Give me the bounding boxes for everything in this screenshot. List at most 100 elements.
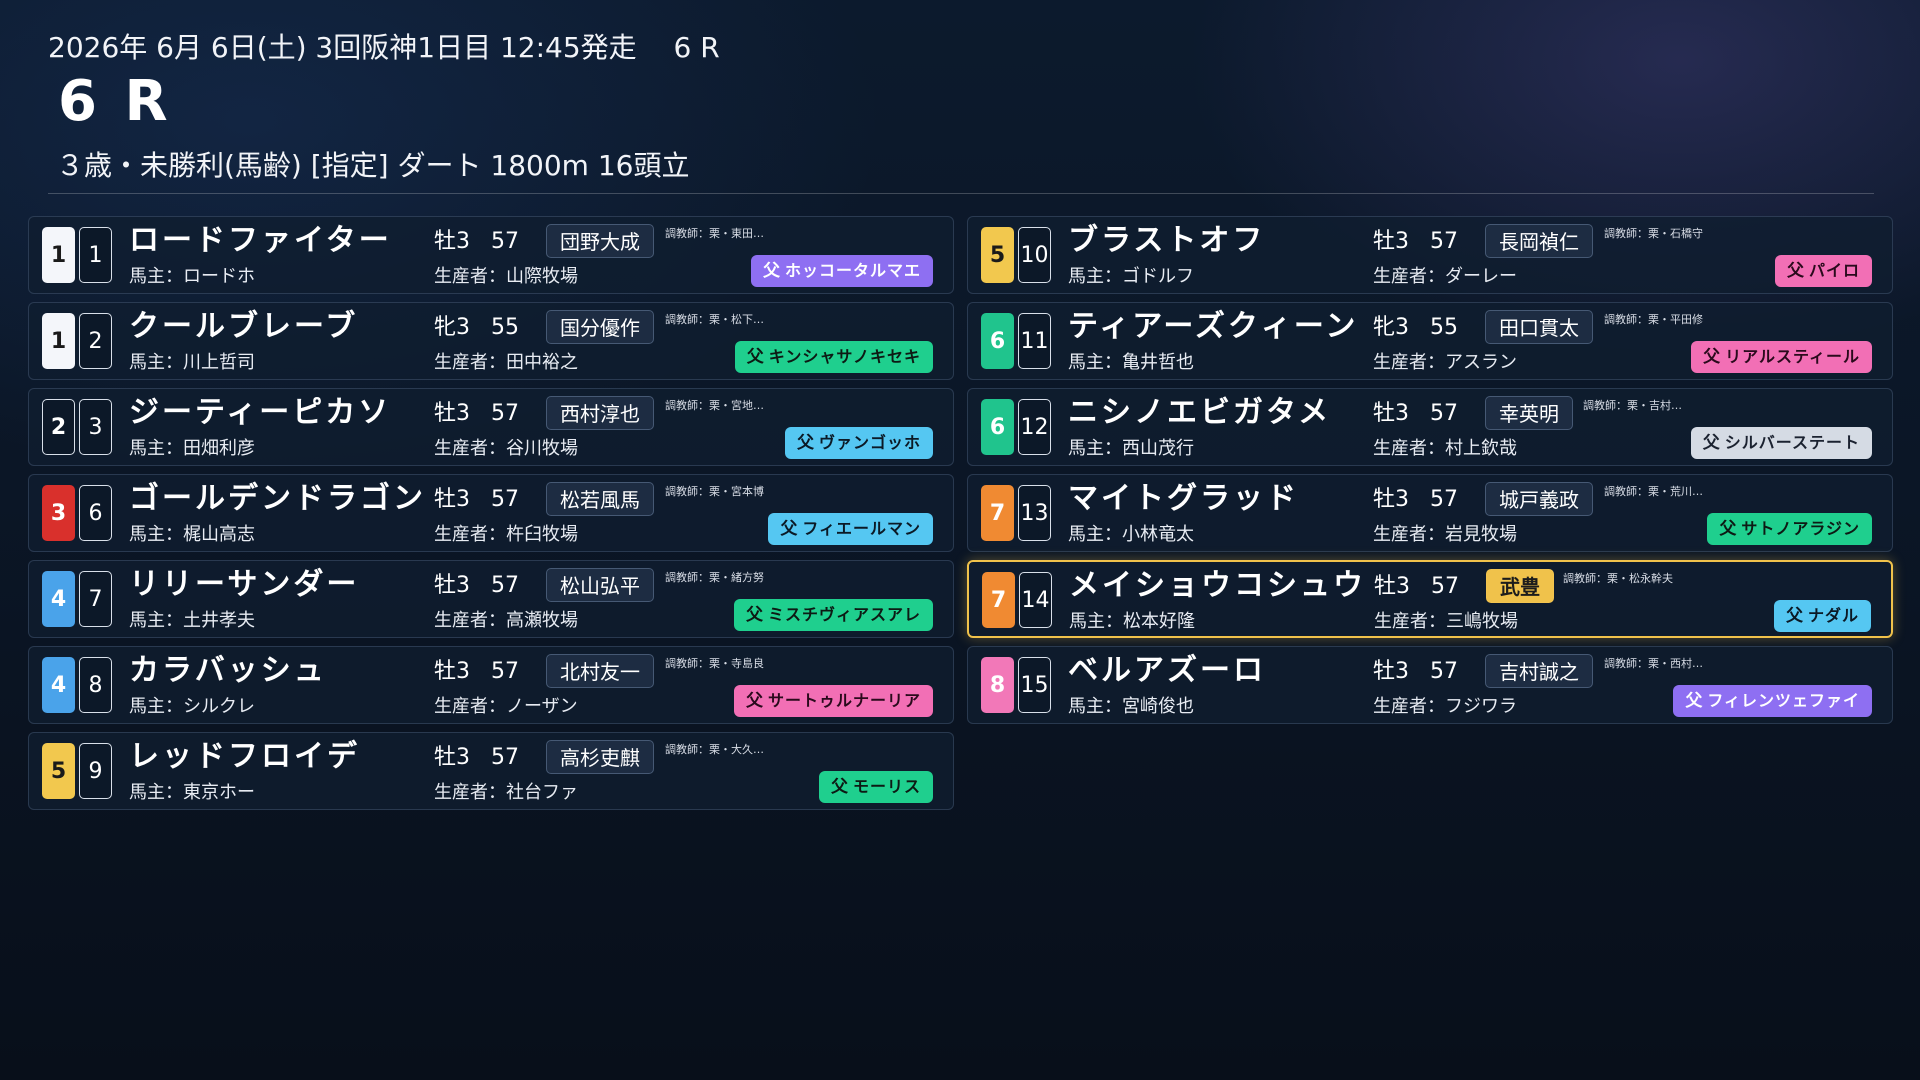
breeder-label: 生産者：高瀬牧場 [434, 610, 578, 631]
sex-age: 牡3 [434, 659, 470, 684]
sire-name: ホッコータルマエ [784, 261, 921, 280]
sire-name: フィエールマン [802, 519, 921, 538]
horse-number-badge: 8 [79, 657, 112, 713]
horse-number-badge: 10 [1018, 227, 1051, 283]
sex-age: 牡3 [434, 573, 470, 598]
entry-card[interactable]: 6 12 ニシノエビガタメ 馬主：西山茂行 牡3 57 生産者：村上欽哉 幸英明 調教師：栗・吉… [967, 388, 1893, 466]
owner-label: 馬主：土井孝夫 [129, 610, 255, 631]
owner-label: 馬主：西山茂行 [1068, 438, 1194, 459]
frame-number-badge: 4 [42, 571, 75, 627]
frame-number-badge: 1 [42, 313, 75, 369]
entry-card[interactable]: 4 7 リリーサンダー 馬主：土井孝夫 牡3 57 生産者：高瀬牧場 松山弘平 調教師：栗・緒方… [28, 560, 954, 638]
sire-name: リアルスティール [1725, 347, 1860, 366]
carried-weight: 57 [1430, 401, 1458, 426]
trainer-label: 調教師：栗・西村… [1604, 657, 1703, 670]
jockey-badge: 松若風馬 [546, 482, 654, 516]
trainer-label: 調教師：栗・石橋守 [1604, 227, 1703, 240]
sire-prefix: 父 [745, 605, 764, 625]
entry-card[interactable]: 7 13 マイトグラッド 馬主：小林竜太 牡3 57 生産者：岩見牧場 城戸義政 調教師：栗・荒… [967, 474, 1893, 552]
trainer-label: 調教師：栗・松永幹夫 [1563, 572, 1673, 585]
entry-card[interactable]: 3 6 ゴールデンドラゴン 馬主：梶山高志 牡3 57 生産者：杵臼牧場 松若風馬 調教師：栗・… [28, 474, 954, 552]
horse-number-badge: 15 [1018, 657, 1051, 713]
breeder-label: 生産者：田中裕之 [434, 352, 578, 373]
horse-number-badge: 6 [79, 485, 112, 541]
horse-name: マイトグラッド [1068, 481, 1299, 516]
frame-number-badge: 3 [42, 485, 75, 541]
breeder-label: 生産者：谷川牧場 [434, 438, 578, 459]
sire-tag: 父モーリス [818, 771, 933, 803]
owner-label: 馬主：川上哲司 [129, 352, 255, 373]
carried-weight: 57 [491, 659, 519, 684]
sire-tag: 父リアルスティール [1691, 341, 1872, 373]
frame-number-badge: 5 [981, 227, 1014, 283]
entry-card[interactable]: 7 14 メイショウコシュウ 馬主：松本好隆 牡3 57 生産者：三嶋牧場 武豊 調教師：栗・松… [967, 560, 1893, 638]
frame-number-badge: 6 [981, 399, 1014, 455]
jockey-badge: 長岡禎仁 [1485, 224, 1593, 258]
sire-prefix: 父 [1703, 347, 1722, 367]
sire-name: ミスチヴィアスアレ [767, 605, 921, 624]
entry-card[interactable]: 6 11 ティアーズクィーン 馬主：亀井哲也 牝3 55 生産者：アスラン 田口貫太 調教師：栗… [967, 302, 1893, 380]
owner-label: 馬主：シルクレ [129, 696, 255, 717]
entry-card[interactable]: 4 8 カラバッシュ 馬主：シルクレ 牡3 57 生産者：ノーザン 北村友一 調教師：栗・寺島良… [28, 646, 954, 724]
sire-tag: 父シルバーステート [1690, 427, 1872, 459]
horse-name: ブラストオフ [1068, 223, 1266, 258]
entry-card[interactable]: 5 10 ブラストオフ 馬主：ゴドルフ 牡3 57 生産者：ダーレー 長岡禎仁 調教師：栗・石橋… [967, 216, 1893, 294]
horse-name: メイショウコシュウ [1069, 568, 1366, 603]
trainer-label: 調教師：栗・平田修 [1604, 313, 1703, 326]
jockey-badge: 西村淳也 [546, 396, 654, 430]
owner-label: 馬主：松本好隆 [1069, 611, 1195, 632]
horse-number-badge: 11 [1018, 313, 1051, 369]
sire-name: ヴァンゴッホ [818, 433, 921, 452]
owner-label: 馬主：東京ホー [129, 782, 255, 803]
trainer-label: 調教師：栗・荒川… [1604, 485, 1703, 498]
jockey-badge: 松山弘平 [546, 568, 654, 602]
frame-number-badge: 4 [42, 657, 75, 713]
entry-column-left: 1 1 ロードファイター 馬主：ロードホ 牡3 57 生産者：山際牧場 団野大成 調教師：栗・東… [28, 216, 954, 818]
trainer-label: 調教師：栗・東田… [665, 227, 764, 240]
jockey-badge: 高杉吏麒 [546, 740, 654, 774]
carried-weight: 55 [491, 315, 519, 340]
entry-card[interactable]: 1 2 クールブレーブ 馬主：川上哲司 牝3 55 生産者：田中裕之 国分優作 調教師：栗・松下… [28, 302, 954, 380]
jockey-badge: 北村友一 [546, 654, 654, 688]
sire-tag: 父キンシャサノキセキ [734, 341, 933, 373]
horse-number-badge: 13 [1018, 485, 1051, 541]
breeder-label: 生産者：山際牧場 [434, 266, 578, 287]
jockey-badge: 田口貫太 [1485, 310, 1593, 344]
sex-age: 牡3 [434, 401, 470, 426]
sire-prefix: 父 [1785, 606, 1804, 626]
entry-card[interactable]: 5 9 レッドフロイデ 馬主：東京ホー 牡3 57 生産者：社台ファ 高杉吏麒 調教師：栗・大久… [28, 732, 954, 810]
carried-weight: 57 [491, 229, 519, 254]
breeder-label: 生産者：ノーザン [434, 696, 578, 717]
horse-name: カラバッシュ [129, 653, 327, 688]
sex-age: 牡3 [1373, 229, 1409, 254]
entry-card[interactable]: 2 3 ジーティーピカソ 馬主：田畑利彦 牡3 57 生産者：谷川牧場 西村淳也 調教師：栗・宮… [28, 388, 954, 466]
jockey-badge: 城戸義政 [1485, 482, 1593, 516]
sire-tag: 父ミスチヴィアスアレ [733, 599, 933, 631]
jockey-badge: 国分優作 [546, 310, 654, 344]
entry-card[interactable]: 8 15 ベルアズーロ 馬主：宮崎俊也 牡3 57 生産者：フジワラ 吉村誠之 調教師：栗・西村… [967, 646, 1893, 724]
horse-number-badge: 3 [79, 399, 112, 455]
trainer-label: 調教師：栗・宮地… [665, 399, 764, 412]
entry-column-right: 5 10 ブラストオフ 馬主：ゴドルフ 牡3 57 生産者：ダーレー 長岡禎仁 調教師：栗・石橋… [967, 216, 1893, 732]
horse-name: レッドフロイデ [129, 739, 360, 774]
owner-label: 馬主：ロードホ [129, 266, 255, 287]
jockey-badge: 幸英明 [1485, 396, 1573, 430]
owner-label: 馬主：田畑利彦 [129, 438, 255, 459]
owner-label: 馬主：宮崎俊也 [1068, 696, 1194, 717]
breeder-label: 生産者：村上欽哉 [1373, 438, 1517, 459]
carried-weight: 57 [1430, 659, 1458, 684]
horse-name: ゴールデンドラゴン [129, 481, 426, 516]
trainer-label: 調教師：栗・松下… [665, 313, 764, 326]
header-divider [48, 193, 1874, 194]
frame-number-badge: 8 [981, 657, 1014, 713]
owner-label: 馬主：梶山高志 [129, 524, 255, 545]
sex-age: 牝3 [1373, 315, 1409, 340]
sex-age: 牡3 [434, 745, 470, 770]
owner-label: 馬主：小林竜太 [1068, 524, 1194, 545]
horse-name: ベルアズーロ [1068, 653, 1266, 688]
frame-number-badge: 1 [42, 227, 75, 283]
horse-number-badge: 9 [79, 743, 112, 799]
sex-age: 牡3 [1373, 659, 1409, 684]
sire-prefix: 父 [1702, 433, 1721, 453]
entry-card[interactable]: 1 1 ロードファイター 馬主：ロードホ 牡3 57 生産者：山際牧場 団野大成 調教師：栗・東… [28, 216, 954, 294]
